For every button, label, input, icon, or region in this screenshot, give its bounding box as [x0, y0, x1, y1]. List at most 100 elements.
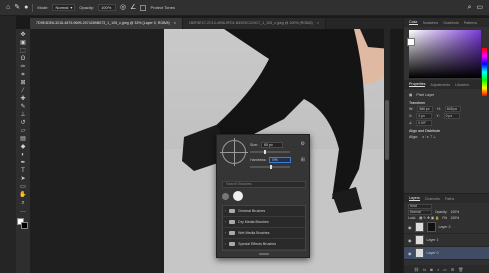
- recent-brush-soft[interactable]: [222, 192, 229, 200]
- eraser-tool-icon[interactable]: ▱: [18, 128, 28, 135]
- tab-properties[interactable]: Properties: [409, 82, 426, 87]
- blur-tool-icon[interactable]: ◆: [18, 144, 28, 151]
- trash-icon[interactable]: 🗑: [458, 267, 463, 272]
- opacity-label: Opacity:: [435, 210, 448, 214]
- tab-gradients[interactable]: Gradients: [443, 21, 459, 25]
- color-field[interactable]: [409, 30, 481, 78]
- size-slider[interactable]: [250, 150, 290, 154]
- y-field[interactable]: 0 px: [443, 112, 460, 119]
- eye-icon[interactable]: ◉: [408, 225, 412, 230]
- tab-color[interactable]: Color: [409, 20, 418, 25]
- angle-field[interactable]: 0.00°: [416, 119, 433, 126]
- brush-search-input[interactable]: Search Brushes: [222, 181, 306, 188]
- link-icon[interactable]: ⛓: [414, 267, 419, 272]
- fx-icon[interactable]: fx: [423, 267, 426, 272]
- height-field[interactable]: 848 px: [444, 105, 461, 112]
- tab-adjustments[interactable]: Adjustments: [430, 83, 450, 87]
- marquee-tool-icon[interactable]: ⬚: [18, 48, 28, 55]
- blend-mode-dropdown[interactable]: Normal: [408, 209, 432, 215]
- brush-tool-icon[interactable]: ✎: [14, 4, 20, 11]
- zoom-tool-icon[interactable]: ⌕: [18, 200, 28, 207]
- workspace-icon[interactable]: ▭: [476, 4, 483, 11]
- pen-tool-icon[interactable]: ✒: [18, 160, 28, 167]
- eye-icon[interactable]: ◉: [408, 238, 412, 243]
- tab-swatches[interactable]: Swatches: [423, 21, 439, 25]
- search-icon[interactable]: ⌕: [467, 4, 471, 11]
- close-icon[interactable]: ×: [174, 21, 176, 25]
- brush-preset-picker: Size: 65 px Hardness: 0% ⚙ ⊞ Search Brus…: [216, 134, 310, 258]
- width-field[interactable]: 566 px: [417, 105, 434, 112]
- pressure-icon[interactable]: ◎: [120, 4, 126, 11]
- x-field[interactable]: 0 px: [416, 112, 433, 119]
- crop-tool-icon[interactable]: ⌗: [18, 72, 28, 79]
- brush-angle-dial[interactable]: [220, 138, 248, 166]
- background-color[interactable]: [21, 222, 28, 229]
- list-item[interactable]: › Dry Media Brushes: [223, 217, 305, 228]
- shape-tool-icon[interactable]: ▭: [18, 184, 28, 191]
- eye-icon[interactable]: ◉: [408, 251, 412, 256]
- gear-icon[interactable]: ⚙: [301, 141, 305, 147]
- layer-row-layer-0[interactable]: ◉ Layer 0: [404, 247, 489, 260]
- hardness-field[interactable]: 0%: [269, 156, 292, 163]
- tab-patterns[interactable]: Patterns: [464, 21, 477, 25]
- tab-channels[interactable]: Channels: [425, 197, 440, 201]
- hardness-slider[interactable]: [250, 165, 290, 169]
- mode-dropdown[interactable]: Normal: [52, 4, 76, 11]
- frame-tool-icon[interactable]: ⊠: [18, 80, 28, 87]
- folder-icon[interactable]: ▭: [443, 267, 447, 272]
- fill-field[interactable]: 100%: [450, 216, 459, 220]
- recent-brushes: [222, 190, 306, 202]
- adjustment-icon[interactable]: ◑: [437, 267, 439, 272]
- lock-icons[interactable]: ▦ ✎ ✥ ▣ 🔒: [419, 216, 439, 220]
- layer-mask-thumbnail[interactable]: [426, 222, 436, 232]
- protect-tones-checkbox[interactable]: [140, 4, 147, 11]
- resize-handle[interactable]: [259, 253, 269, 255]
- list-item[interactable]: › Wet Media Brushes: [223, 228, 305, 239]
- opacity-field[interactable]: 100%: [98, 4, 117, 11]
- tab-document-2[interactable]: 1B2F6E17-2C13-4908-9FD1-B4929C1C9C7_1_10…: [182, 18, 326, 29]
- layer-row-layer-2[interactable]: ◉ Layer 2: [404, 221, 489, 234]
- lasso-tool-icon[interactable]: ʘ: [18, 56, 28, 63]
- new-layer-icon[interactable]: ⊞: [451, 267, 454, 272]
- align-icons[interactable]: ⫷ ⫶ ⫸ ⊤ ⊥: [422, 135, 436, 139]
- brush-preset-icon[interactable]: ●: [24, 4, 28, 11]
- list-item[interactable]: › General Brushes: [223, 206, 305, 217]
- current-color-swatch[interactable]: [407, 38, 415, 46]
- layers-footer: ⛓ fx ◙ ◑ ▭ ⊞ 🗑: [404, 265, 489, 273]
- tab-layers[interactable]: Layers: [409, 196, 420, 201]
- history-brush-tool-icon[interactable]: ↺: [18, 120, 28, 127]
- type-tool-icon[interactable]: T: [18, 168, 28, 175]
- more-tools-icon[interactable]: …: [18, 208, 28, 215]
- layer-opacity-field[interactable]: 100%: [450, 210, 459, 214]
- close-icon[interactable]: ×: [317, 21, 319, 25]
- tab-libraries[interactable]: Libraries: [455, 83, 469, 87]
- recent-brush-hard[interactable]: [233, 191, 243, 201]
- new-preset-icon[interactable]: ⊞: [301, 157, 305, 163]
- layer-row-layer-1[interactable]: ◉ Layer 1: [404, 234, 489, 247]
- dodge-tool-icon[interactable]: ◐: [18, 152, 28, 159]
- tab-document-1[interactable]: 7D9E4DE6-3216-4875-9699-2074289B073_1_10…: [30, 18, 183, 29]
- gradient-tool-icon[interactable]: ▤: [18, 136, 28, 143]
- add-mask-icon[interactable]: ◙: [430, 267, 432, 272]
- angle-icon[interactable]: ∠: [130, 4, 136, 11]
- artboard-tool-icon[interactable]: ▣: [18, 40, 28, 47]
- size-field[interactable]: 65 px: [261, 141, 283, 148]
- stamp-tool-icon[interactable]: ⊥: [18, 112, 28, 119]
- hand-tool-icon[interactable]: ✋: [18, 192, 28, 199]
- kind-filter[interactable]: Kind: [408, 203, 432, 209]
- heal-tool-icon[interactable]: ✚: [18, 96, 28, 103]
- folder-label: Dry Media Brushes: [238, 220, 269, 224]
- brush-tool-icon[interactable]: ✎: [18, 104, 28, 111]
- scrollbar-thumb[interactable]: [385, 100, 389, 160]
- tab-paths[interactable]: Paths: [445, 197, 454, 201]
- path-select-tool-icon[interactable]: ➤: [18, 176, 28, 183]
- angle-icon: ∠: [409, 120, 413, 125]
- mode-label: Mode:: [37, 5, 49, 10]
- quick-select-tool-icon[interactable]: ✑: [18, 64, 28, 71]
- hue-slider[interactable]: [482, 48, 487, 96]
- color-swatches[interactable]: [17, 218, 29, 230]
- eyedropper-tool-icon[interactable]: ⁄: [18, 88, 28, 95]
- home-icon[interactable]: ⌂: [6, 4, 10, 11]
- move-tool-icon[interactable]: ✥: [18, 32, 28, 39]
- list-item[interactable]: › Special Effects Brushes: [223, 239, 305, 250]
